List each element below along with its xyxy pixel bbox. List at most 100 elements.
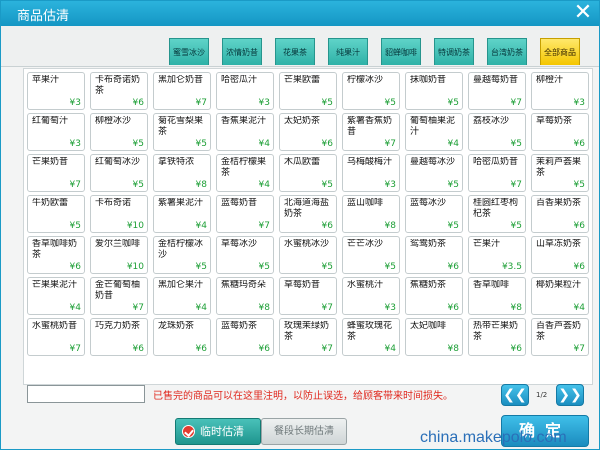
product-cell[interactable]: 哈密瓜汁 ¥3	[216, 72, 274, 110]
product-cell[interactable]: 百香芦荟奶茶 ¥7	[531, 318, 589, 356]
product-cell[interactable]: 玫瑰茉绿奶茶 ¥7	[279, 318, 337, 356]
product-cell[interactable]: 哈密瓜奶昔 ¥7	[468, 154, 526, 192]
product-cell[interactable]: 草莓冰沙 ¥5	[216, 236, 274, 274]
product-name: 抹咖奶昔	[410, 75, 447, 85]
product-cell[interactable]: 水蜜桃冰沙 ¥5	[279, 236, 337, 274]
product-cell[interactable]: 红葡萄汁 ¥3	[27, 113, 85, 151]
next-page-button[interactable]: ❯❯	[556, 384, 584, 406]
tab-category[interactable]: 蜜雪冰沙	[169, 38, 209, 65]
product-cell[interactable]: 芒果欧蕾 ¥5	[279, 72, 337, 110]
product-cell[interactable]: 菊花雪梨果茶 ¥5	[153, 113, 211, 151]
product-name: 蜂蜜玫瑰花茶	[347, 321, 393, 342]
product-cell[interactable]: 苹果汁 ¥3	[27, 72, 85, 110]
tab-category[interactable]: 花果茶	[275, 38, 315, 65]
product-cell[interactable]: 蓝莓奶茶 ¥6	[216, 318, 274, 356]
product-cell[interactable]: 卡布奇诺奶茶 ¥6	[90, 72, 148, 110]
product-price: ¥3	[69, 139, 81, 149]
product-cell[interactable]: 巧克力奶茶 ¥6	[90, 318, 148, 356]
product-cell[interactable]: 桂圆红枣枸杞茶 ¥5	[468, 195, 526, 233]
product-cell[interactable]: 鸳鸯奶茶 ¥6	[405, 236, 463, 274]
product-cell[interactable]: 草莓奶昔 ¥7	[279, 277, 337, 315]
product-cell[interactable]: 木瓜欧蕾 ¥5	[279, 154, 337, 192]
product-cell[interactable]: 太妃奶茶 ¥6	[279, 113, 337, 151]
product-cell[interactable]: 金芒葡萄柚奶昔 ¥7	[90, 277, 148, 315]
product-cell[interactable]: 金桔柠檬冰沙 ¥5	[153, 236, 211, 274]
product-price: ¥4	[447, 139, 459, 149]
product-price: ¥3	[384, 303, 396, 313]
product-cell[interactable]: 蓝山咖啡 ¥8	[342, 195, 400, 233]
product-price: ¥5	[384, 98, 396, 108]
prev-page-button[interactable]: ❮❮	[501, 384, 529, 406]
product-name: 蔓越莓冰沙	[410, 157, 456, 167]
tab-category[interactable]: 貂蝉咖啡	[381, 38, 421, 65]
product-name: 红葡萄汁	[32, 116, 69, 126]
product-name: 山草冻奶茶	[536, 239, 582, 249]
product-cell[interactable]: 蔓越莓冰沙 ¥5	[405, 154, 463, 192]
product-cell[interactable]: 柠檬冰沙 ¥5	[342, 72, 400, 110]
product-cell[interactable]: 香草咖啡奶茶 ¥6	[27, 236, 85, 274]
product-cell[interactable]: 爱尔兰咖啡 ¥10	[90, 236, 148, 274]
product-cell[interactable]: 茉莉芦荟果茶 ¥5	[531, 154, 589, 192]
product-cell[interactable]: 芒果奶昔 ¥7	[27, 154, 85, 192]
tab-category[interactable]: 浓情奶昔	[222, 38, 262, 65]
product-price: ¥3	[258, 98, 270, 108]
product-name: 哈密瓜奶昔	[473, 157, 519, 167]
tab-category[interactable]: 全部商品	[540, 38, 580, 65]
product-price: ¥4	[573, 303, 585, 313]
product-cell[interactable]: 香草咖啡 ¥8	[468, 277, 526, 315]
product-cell[interactable]: 金桔柠檬果茶 ¥4	[216, 154, 274, 192]
product-cell[interactable]: 热带芒果奶茶 ¥6	[468, 318, 526, 356]
product-cell[interactable]: 拿铁特浓 ¥8	[153, 154, 211, 192]
product-cell[interactable]: 葡萄柚果泥汁 ¥4	[405, 113, 463, 151]
temporary-estimate-button[interactable]: 临时估清	[175, 418, 261, 445]
page-indicator: 1/2	[536, 391, 548, 399]
product-cell[interactable]: 卡布奇诺 ¥10	[90, 195, 148, 233]
product-cell[interactable]: 红葡萄冰沙 ¥5	[90, 154, 148, 192]
tab-category[interactable]: 纯果汁	[328, 38, 368, 65]
product-price: ¥7	[195, 98, 207, 108]
product-cell[interactable]: 柳橙汁 ¥3	[531, 72, 589, 110]
product-cell[interactable]: 黑加仑果汁 ¥4	[153, 277, 211, 315]
product-cell[interactable]: 柳橙冰沙 ¥5	[90, 113, 148, 151]
product-cell[interactable]: 水蜜桃奶昔 ¥7	[27, 318, 85, 356]
product-price: ¥5	[573, 180, 585, 190]
product-cell[interactable]: 蓝莓奶昔 ¥7	[216, 195, 274, 233]
product-price: ¥5	[510, 221, 522, 231]
product-cell[interactable]: 黑加仑奶昔 ¥7	[153, 72, 211, 110]
close-icon[interactable]: ✕	[573, 1, 593, 25]
product-cell[interactable]: 抹咖奶昔 ¥5	[405, 72, 463, 110]
product-cell[interactable]: 芒果汁 ¥3.5	[468, 236, 526, 274]
product-cell[interactable]: 蜂蜜玫瑰花茶 ¥4	[342, 318, 400, 356]
product-cell[interactable]: 蓝莓冰沙 ¥5	[405, 195, 463, 233]
product-cell[interactable]: 龙珠奶茶 ¥6	[153, 318, 211, 356]
product-cell[interactable]: 草莓奶茶 ¥6	[531, 113, 589, 151]
product-price: ¥6	[258, 344, 270, 354]
product-cell[interactable]: 百香果奶茶 ¥6	[531, 195, 589, 233]
product-cell[interactable]: 蔓越莓奶昔 ¥7	[468, 72, 526, 110]
product-cell[interactable]: 水蜜桃汁 ¥3	[342, 277, 400, 315]
product-cell[interactable]: 椰奶果粒汁 ¥4	[531, 277, 589, 315]
product-cell[interactable]: 北海道海盐奶茶 ¥6	[279, 195, 337, 233]
product-name: 卡布奇诺	[95, 198, 132, 208]
product-name: 香草咖啡奶茶	[32, 239, 78, 260]
product-cell[interactable]: 香蕉果泥汁 ¥4	[216, 113, 274, 151]
product-name: 热带芒果奶茶	[473, 321, 519, 342]
product-cell[interactable]: 乌梅酸梅汁 ¥3	[342, 154, 400, 192]
note-input[interactable]	[27, 385, 145, 403]
product-cell[interactable]: 太妃咖啡 ¥8	[405, 318, 463, 356]
tab-category[interactable]: 特调奶茶	[434, 38, 474, 65]
product-cell[interactable]: 蕉糖奶茶 ¥6	[405, 277, 463, 315]
product-name: 金桔柠檬冰沙	[158, 239, 204, 260]
product-name: 水蜜桃冰沙	[284, 239, 330, 249]
product-cell[interactable]: 紫薯香蕉奶昔 ¥7	[342, 113, 400, 151]
product-cell[interactable]: 山草冻奶茶 ¥6	[531, 236, 589, 274]
product-cell[interactable]: 紫薯果泥汁 ¥4	[153, 195, 211, 233]
product-cell[interactable]: 牛奶欧蕾 ¥5	[27, 195, 85, 233]
product-cell[interactable]: 芒芒冰沙 ¥5	[342, 236, 400, 274]
long-term-estimate-button[interactable]: 餐段长期估清	[261, 418, 347, 445]
tab-category[interactable]: 台湾奶茶	[487, 38, 527, 65]
product-price: ¥6	[195, 344, 207, 354]
product-cell[interactable]: 荔枝冰沙 ¥5	[468, 113, 526, 151]
product-cell[interactable]: 芒果果泥汁 ¥4	[27, 277, 85, 315]
product-cell[interactable]: 蕉糖玛奇朵 ¥8	[216, 277, 274, 315]
